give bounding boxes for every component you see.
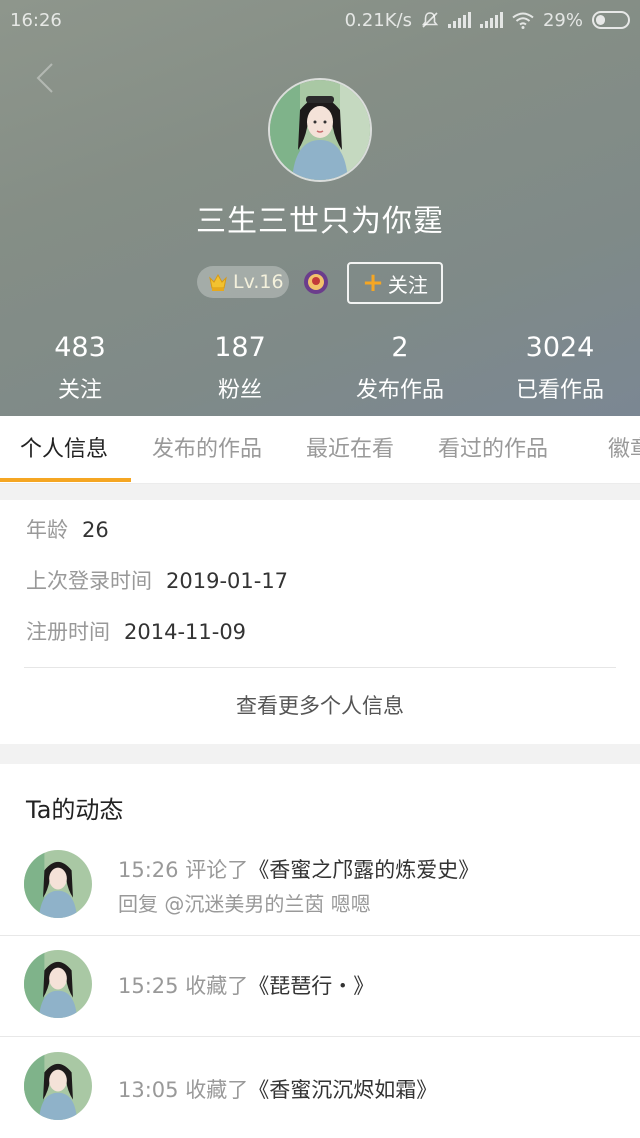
follow-label: 关注 [387,272,428,297]
last-login-label: 上次登录时间 [26,569,152,593]
divider [0,1036,640,1037]
more-info-link[interactable]: 查看更多个人信息 [0,668,640,744]
stat-number: 3024 [525,332,595,363]
activity-work-link[interactable]: 《香蜜沉沉烬如霜》 [248,1078,437,1102]
avatar[interactable] [24,950,92,1018]
divider [0,935,640,936]
stat-published[interactable]: 2 发布作品 [320,330,480,404]
profile-header: 16:26 0.21K/s 29% 三生三世只为你霆 Lv.16 + 关注 48… [0,0,640,416]
active-tab-indicator [0,478,131,482]
stat-number: 2 [391,332,409,363]
tab-personal-info[interactable]: 个人信息 [20,416,108,483]
age-label: 年龄 [26,518,68,542]
avatar[interactable] [268,78,372,182]
stat-label: 粉丝 [217,378,262,403]
register-value: 2014-11-09 [124,620,247,644]
register-row: 注册时间 2014-11-09 [26,616,246,646]
battery-percent: 29% [542,9,583,31]
back-button[interactable] [30,60,60,96]
activity-action: 评论了 [185,858,249,882]
activity-action: 收藏了 [185,974,249,998]
plus-icon: + [362,268,384,298]
tab-watched-works[interactable]: 看过的作品 [438,416,548,483]
stat-label: 已看作品 [515,378,604,403]
stat-number: 483 [54,332,106,363]
stat-label: 发布作品 [355,378,444,403]
tab-recently-watching[interactable]: 最近在看 [306,416,394,483]
level-badge: Lv.16 [197,266,289,298]
medal-icon [304,270,328,294]
activity-time: 15:26 [118,858,179,882]
tab-published-works[interactable]: 发布的作品 [152,416,262,483]
tab-badges[interactable]: 徽章 [608,416,640,483]
age-value: 26 [82,518,109,542]
activity-time: 13:05 [118,1078,179,1102]
status-bar: 16:26 0.21K/s 29% [0,0,640,40]
activity-work-link[interactable]: 《琵琶行・》 [248,974,374,998]
activity-action: 收藏了 [185,1078,249,1102]
chevron-left-icon [36,63,53,93]
crown-icon [209,273,227,291]
personal-info-card: 年龄 26 上次登录时间 2019-01-17 注册时间 2014-11-09 查看更… [0,500,640,744]
avatar[interactable] [24,1052,92,1120]
activity-reply: 回复 @沉迷美男的兰茵 嗯嗯 [118,892,371,916]
register-label: 注册时间 [26,620,110,644]
avatar-image [24,950,92,1018]
last-login-value: 2019-01-17 [166,569,289,593]
last-login-row: 上次登录时间 2019-01-17 [26,565,288,595]
signal-icon [479,12,503,28]
signal-icon [447,12,471,28]
age-row: 年龄 26 [26,514,109,544]
battery-icon [592,11,630,29]
stat-following[interactable]: 483 关注 [0,330,160,404]
wifi-icon [512,12,534,29]
stats-row: 483 关注 187 粉丝 2 发布作品 3024 已看作品 [0,330,640,404]
status-time: 16:26 [10,9,62,31]
avatar[interactable] [24,850,92,918]
activity-section: Ta的动态 15:26 评论了《香蜜之邝露的炼爱史》 回复 @沉迷美男的兰茵 嗯… [0,764,640,1138]
stat-label: 关注 [57,378,102,403]
tab-bar: 个人信息 发布的作品 最近在看 看过的作品 徽章 [0,416,640,484]
activity-time: 15:25 [118,974,179,998]
activity-work-link[interactable]: 《香蜜之邝露的炼爱史》 [248,858,479,882]
stat-watched[interactable]: 3024 已看作品 [480,330,640,404]
follow-button[interactable]: + 关注 [347,262,443,304]
mute-icon [421,12,439,28]
stat-number: 187 [214,332,266,363]
profile-page: 16:26 0.21K/s 29% 三生三世只为你霆 Lv.16 + 关注 48… [0,0,640,1138]
activity-title: Ta的动态 [26,796,124,824]
net-speed: 0.21K/s [344,9,412,31]
avatar-image [24,850,92,918]
level-text: Lv.16 [233,271,284,293]
avatar-image [270,80,370,180]
stat-followers[interactable]: 187 粉丝 [160,330,320,404]
nickname: 三生三世只为你霆 [196,204,444,239]
avatar-image [24,1052,92,1120]
